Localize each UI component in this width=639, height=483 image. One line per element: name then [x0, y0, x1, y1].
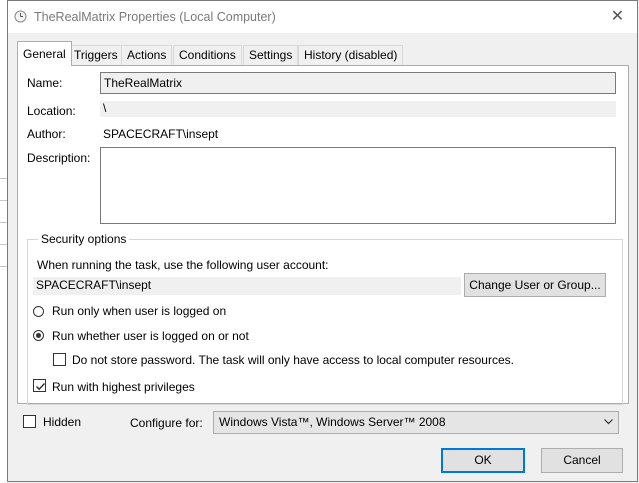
run-logged-on-radio[interactable]	[33, 306, 44, 317]
tab-settings[interactable]: Settings	[243, 45, 299, 65]
tab-history[interactable]: History (disabled)	[298, 45, 404, 65]
checkmark-icon	[35, 382, 46, 391]
description-label: Description:	[27, 151, 91, 165]
window-title: TheRealMatrix Properties (Local Computer…	[34, 10, 276, 24]
hidden-label: Hidden	[43, 415, 82, 429]
tab-actions[interactable]: Actions	[121, 45, 173, 65]
close-icon[interactable]: ✕	[598, 1, 637, 33]
run-whether-radio[interactable]	[33, 330, 44, 341]
ok-button[interactable]: OK	[441, 448, 525, 473]
do-not-store-password-label: Do not store password. The task will onl…	[72, 353, 514, 367]
location-value: \	[100, 101, 616, 117]
security-options-title: Security options	[38, 232, 130, 246]
change-user-button[interactable]: Change User or Group...	[464, 273, 606, 297]
title-bar[interactable]: TheRealMatrix Properties (Local Computer…	[8, 1, 637, 33]
author-label: Author:	[27, 127, 66, 141]
tab-conditions[interactable]: Conditions	[173, 45, 242, 65]
hidden-checkbox[interactable]	[23, 415, 36, 428]
highest-privileges-label: Run with highest privileges	[52, 380, 195, 394]
task-scheduler-clock-icon	[14, 10, 27, 23]
configure-for-value: Windows Vista™, Windows Server™ 2008	[219, 415, 446, 429]
description-field[interactable]	[100, 147, 616, 224]
author-value: SPACECRAFT\insept	[103, 127, 219, 141]
run-whether-label: Run whether user is logged on or not	[52, 329, 249, 343]
chevron-down-icon	[604, 419, 613, 425]
highest-privileges-checkbox[interactable]	[33, 379, 46, 392]
configure-for-dropdown[interactable]: Windows Vista™, Windows Server™ 2008	[213, 411, 619, 434]
tab-triggers[interactable]: Triggers	[68, 45, 124, 65]
run-logged-on-label: Run only when user is logged on	[52, 304, 227, 318]
properties-dialog: TheRealMatrix Properties (Local Computer…	[7, 0, 638, 482]
configure-for-label: Configure for:	[130, 416, 203, 430]
user-account-value: SPACECRAFT\insept	[33, 277, 461, 295]
tab-general[interactable]: General	[17, 41, 72, 66]
name-label: Name:	[27, 76, 63, 90]
do-not-store-password-checkbox[interactable]	[53, 353, 66, 366]
account-prompt: When running the task, use the following…	[37, 258, 329, 272]
location-label: Location:	[27, 104, 76, 118]
name-field[interactable]: TheRealMatrix	[100, 72, 616, 94]
cancel-button[interactable]: Cancel	[541, 448, 623, 473]
